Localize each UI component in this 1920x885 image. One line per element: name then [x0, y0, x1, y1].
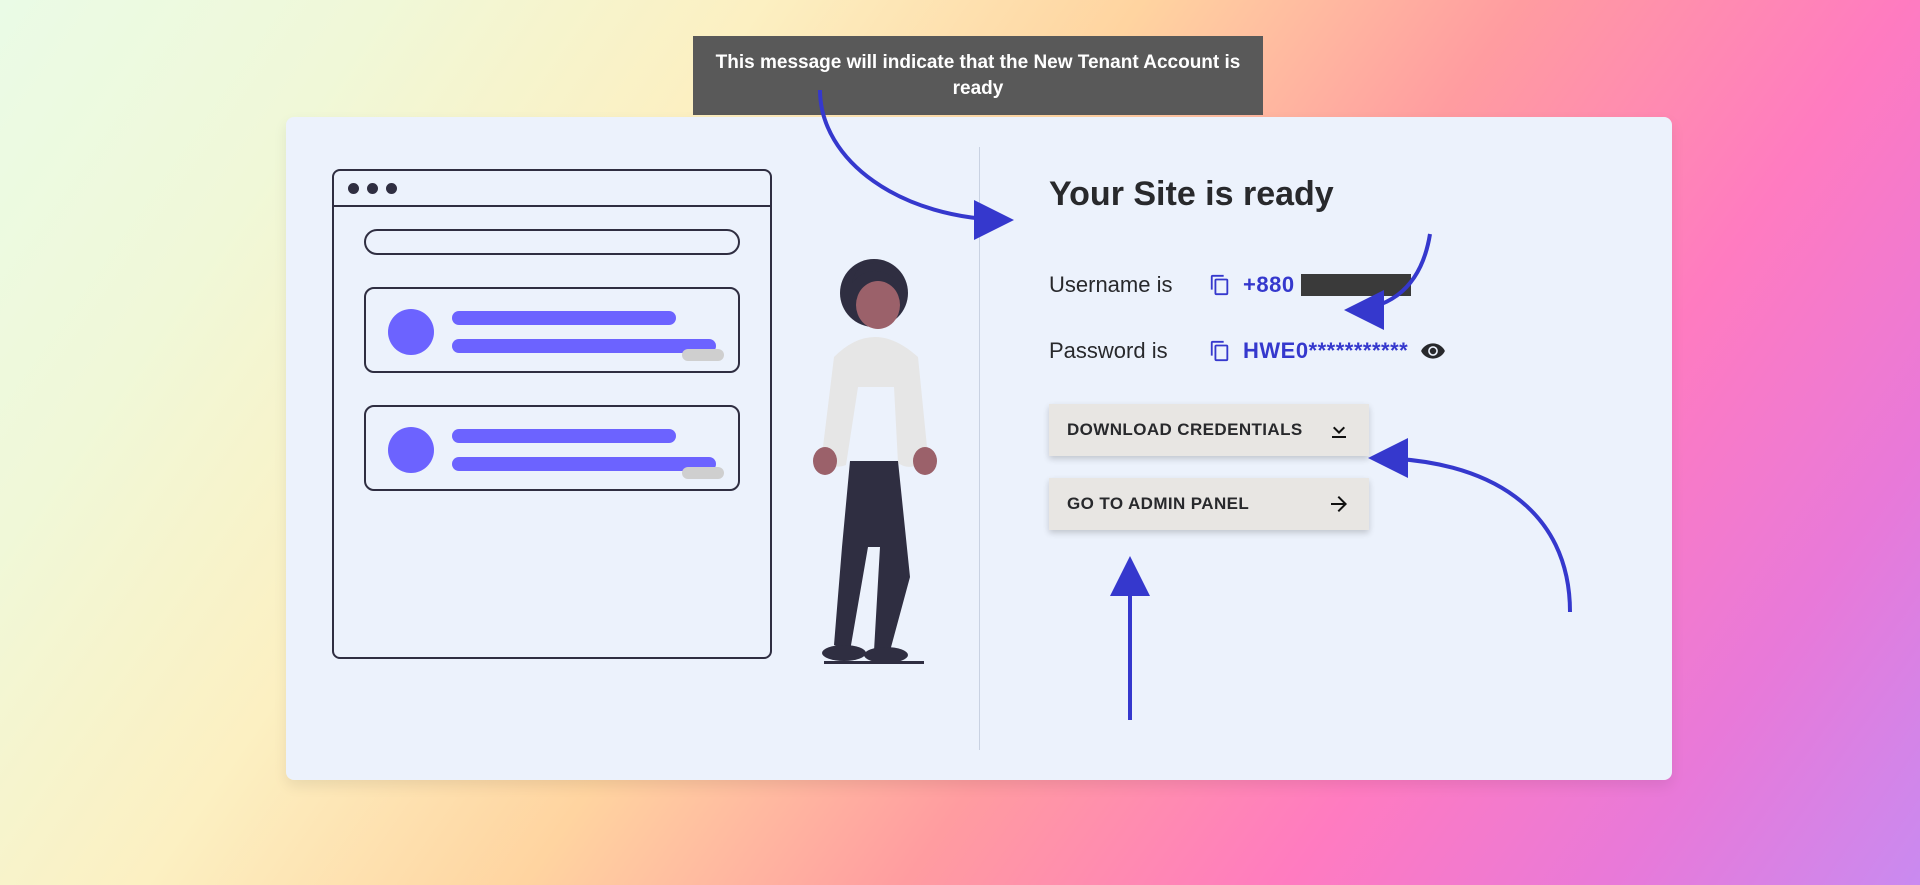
avatar-placeholder-icon: [388, 309, 434, 355]
copy-icon[interactable]: [1209, 340, 1231, 362]
text-placeholder: [452, 309, 716, 353]
eye-icon[interactable]: [1420, 338, 1446, 364]
username-redacted: [1301, 274, 1411, 296]
person-illustration-icon: [794, 247, 954, 667]
avatar-placeholder-icon: [388, 427, 434, 473]
username-label: Username is: [1049, 272, 1209, 298]
username-value: +880: [1243, 272, 1411, 298]
arrow-right-icon: [1327, 492, 1351, 516]
copy-icon[interactable]: [1209, 274, 1231, 296]
username-row: Username is +880: [1049, 272, 1446, 298]
pill-placeholder: [682, 467, 724, 479]
download-icon: [1327, 418, 1351, 442]
callout-tenant-ready: This message will indicate that the New …: [693, 36, 1263, 115]
password-row: Password is HWE0***********: [1049, 338, 1446, 364]
pill-placeholder: [682, 349, 724, 361]
address-bar-icon: [364, 229, 740, 255]
password-value: HWE0***********: [1243, 338, 1408, 364]
download-button-label: DOWNLOAD CREDENTIALS: [1067, 420, 1303, 440]
list-item: [364, 405, 740, 491]
text-placeholder: [452, 427, 716, 471]
download-credentials-button[interactable]: DOWNLOAD CREDENTIALS: [1049, 404, 1369, 456]
site-ready-card: Your Site is ready Username is +880 Pass…: [286, 117, 1672, 780]
browser-chrome: [334, 171, 770, 207]
illustration-panel: [286, 117, 979, 780]
admin-button-label: GO TO ADMIN PANEL: [1067, 494, 1249, 514]
browser-mock-icon: [332, 169, 772, 659]
password-label: Password is: [1049, 338, 1209, 364]
list-item: [364, 287, 740, 373]
page-title: Your Site is ready: [1049, 175, 1446, 214]
go-to-admin-panel-button[interactable]: GO TO ADMIN PANEL: [1049, 478, 1369, 530]
credentials-panel: Your Site is ready Username is +880 Pass…: [979, 117, 1446, 780]
